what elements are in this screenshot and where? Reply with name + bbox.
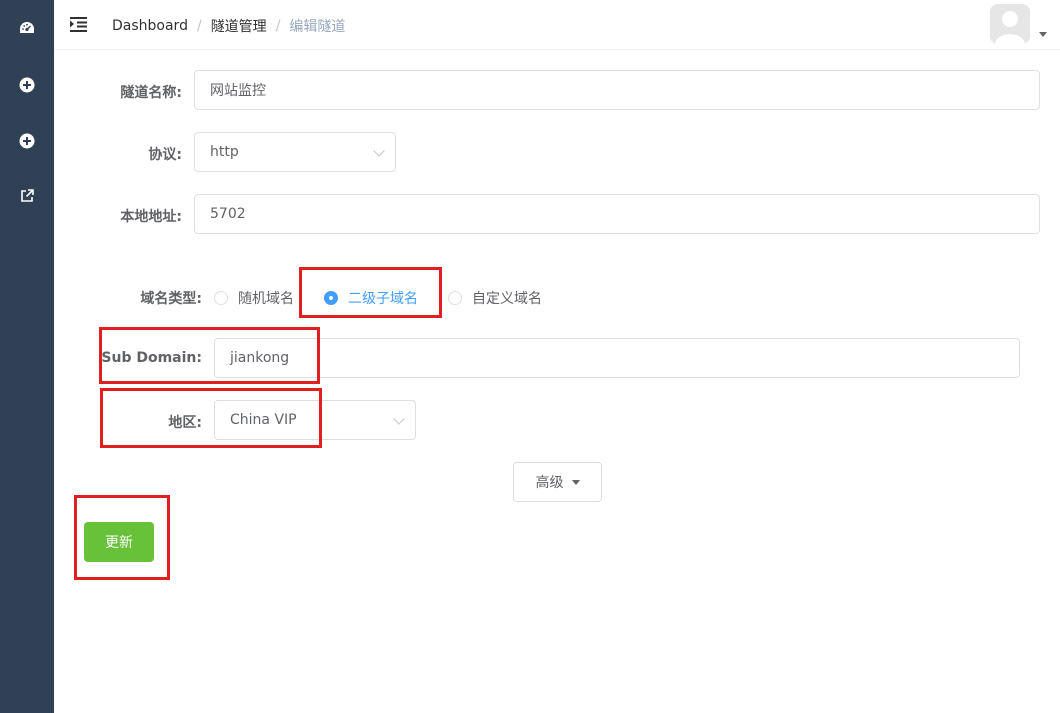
avatar[interactable] (990, 4, 1030, 44)
protocol-value: http (210, 144, 239, 160)
caret-down-icon[interactable] (1039, 32, 1047, 37)
radio-custom-domain[interactable]: 自定义域名 (448, 288, 542, 308)
protocol-label: 协议: (148, 147, 182, 163)
local-address-label: 本地地址: (120, 209, 182, 225)
breadcrumb-separator: / (275, 18, 281, 34)
advanced-button[interactable]: 高级 (513, 462, 602, 502)
plus-circle-icon[interactable] (17, 75, 37, 95)
radio-label: 随机域名 (238, 291, 294, 307)
breadcrumb-tunnel-management[interactable]: 隧道管理 (211, 16, 267, 36)
tunnel-name-label: 隧道名称: (120, 85, 182, 101)
sidebar (0, 0, 54, 713)
radio-circle-icon (448, 291, 462, 305)
region-label: 地区: (168, 415, 202, 431)
breadcrumb-dashboard[interactable]: Dashboard (112, 18, 188, 34)
radio-label: 二级子域名 (348, 291, 418, 307)
user-avatar-icon (990, 4, 1030, 44)
chevron-down-icon (373, 145, 385, 157)
hamburger-icon[interactable] (70, 16, 88, 32)
radio-circle-icon (214, 291, 228, 305)
region-select[interactable]: China VIP (214, 400, 416, 440)
breadcrumb-separator: / (196, 18, 202, 34)
domain-type-label: 域名类型: (140, 291, 202, 307)
radio-label: 自定义域名 (472, 291, 542, 307)
radio-checked-icon (324, 291, 338, 305)
external-link-icon[interactable] (17, 186, 37, 206)
radio-random-domain[interactable]: 随机域名 (214, 288, 294, 308)
tunnel-name-input[interactable]: 网站监控 (194, 70, 1040, 110)
breadcrumb: Dashboard / 隧道管理 / 编辑隧道 (112, 16, 345, 36)
radio-subdomain[interactable]: 二级子域名 (324, 288, 418, 308)
update-button[interactable]: 更新 (84, 522, 154, 562)
sub-domain-label: Sub Domain: (101, 350, 202, 366)
breadcrumb-edit-tunnel: 编辑隧道 (289, 19, 346, 35)
region-value: China VIP (230, 412, 297, 428)
protocol-select[interactable]: http (194, 132, 396, 172)
plus-circle-icon[interactable] (17, 131, 37, 151)
top-navbar: Dashboard / 隧道管理 / 编辑隧道 (54, 0, 1060, 50)
advanced-label: 高级 (535, 475, 564, 491)
local-address-input[interactable]: 5702 (194, 194, 1040, 234)
dashboard-icon[interactable] (17, 18, 37, 38)
caret-down-icon (571, 479, 580, 485)
sub-domain-input[interactable]: jiankong (214, 338, 1020, 378)
chevron-down-icon (393, 413, 405, 425)
